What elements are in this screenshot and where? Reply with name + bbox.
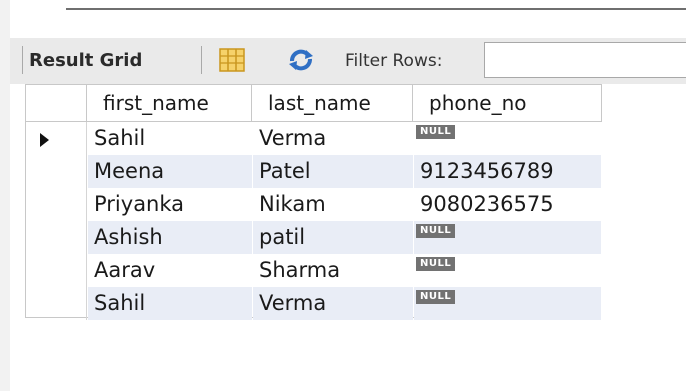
row-marker[interactable] — [26, 254, 87, 287]
cell-phone-no[interactable]: 9123456789 — [414, 155, 601, 188]
left-panel-edge — [0, 0, 10, 391]
cell-phone-no[interactable]: 9080236575 — [414, 188, 601, 221]
null-badge: NULL — [416, 125, 456, 139]
result-toolbar: Result Grid Filter Rows: — [10, 38, 686, 84]
top-divider — [66, 8, 686, 10]
column-header-phone-no[interactable]: phone_no — [413, 84, 602, 122]
row-marker[interactable] — [26, 155, 87, 188]
result-grid-label[interactable]: Result Grid — [29, 50, 142, 71]
filter-rows-input[interactable] — [484, 42, 686, 78]
cell-first-name[interactable]: Sahil — [88, 287, 252, 320]
refresh-icon[interactable] — [286, 48, 316, 72]
cell-first-name[interactable]: Aarav — [88, 254, 252, 287]
row-marker[interactable] — [26, 287, 87, 320]
cell-first-name[interactable]: Sahil — [88, 122, 252, 155]
row-marker[interactable] — [26, 221, 87, 254]
table-row[interactable]: Meena Patel 9123456789 — [26, 155, 602, 188]
cell-phone-no[interactable]: NULL — [414, 221, 601, 254]
cell-last-name[interactable]: patil — [253, 221, 413, 254]
cell-first-name[interactable]: Priyanka — [88, 188, 252, 221]
table-row[interactable]: Priyanka Nikam 9080236575 — [26, 188, 602, 221]
cell-phone-no[interactable]: NULL — [414, 287, 601, 320]
column-header-last-name[interactable]: last_name — [252, 84, 413, 122]
grid-view-icon[interactable] — [219, 48, 245, 72]
filter-rows-label: Filter Rows: — [345, 51, 443, 71]
table-row[interactable]: Sahil Verma NULL — [26, 122, 602, 155]
table-row[interactable]: Aarav Sharma NULL — [26, 254, 602, 287]
cell-last-name[interactable]: Nikam — [253, 188, 413, 221]
cell-first-name[interactable]: Ashish — [88, 221, 252, 254]
toolbar-separator — [201, 46, 202, 74]
cell-last-name[interactable]: Verma — [253, 122, 413, 155]
column-header-first-name[interactable]: first_name — [87, 84, 252, 122]
null-badge: NULL — [416, 290, 456, 304]
cell-phone-no[interactable]: NULL — [414, 254, 601, 287]
cell-last-name[interactable]: Sharma — [253, 254, 413, 287]
null-badge: NULL — [416, 224, 456, 238]
row-marker[interactable] — [26, 122, 87, 155]
null-badge: NULL — [416, 257, 456, 271]
cell-phone-no[interactable]: NULL — [414, 122, 601, 155]
table-row[interactable]: Sahil Verma NULL — [26, 287, 602, 320]
current-row-arrow-icon — [40, 133, 49, 147]
cell-last-name[interactable]: Verma — [253, 287, 413, 320]
table-row[interactable]: Ashish patil NULL — [26, 221, 602, 254]
toolbar-separator — [22, 46, 23, 74]
row-marker[interactable] — [26, 188, 87, 221]
row-header-corner — [26, 84, 87, 122]
cell-first-name[interactable]: Meena — [88, 155, 252, 188]
cell-last-name[interactable]: Patel — [253, 155, 413, 188]
result-grid: first_name last_name phone_no Sahil Verm… — [25, 84, 602, 320]
